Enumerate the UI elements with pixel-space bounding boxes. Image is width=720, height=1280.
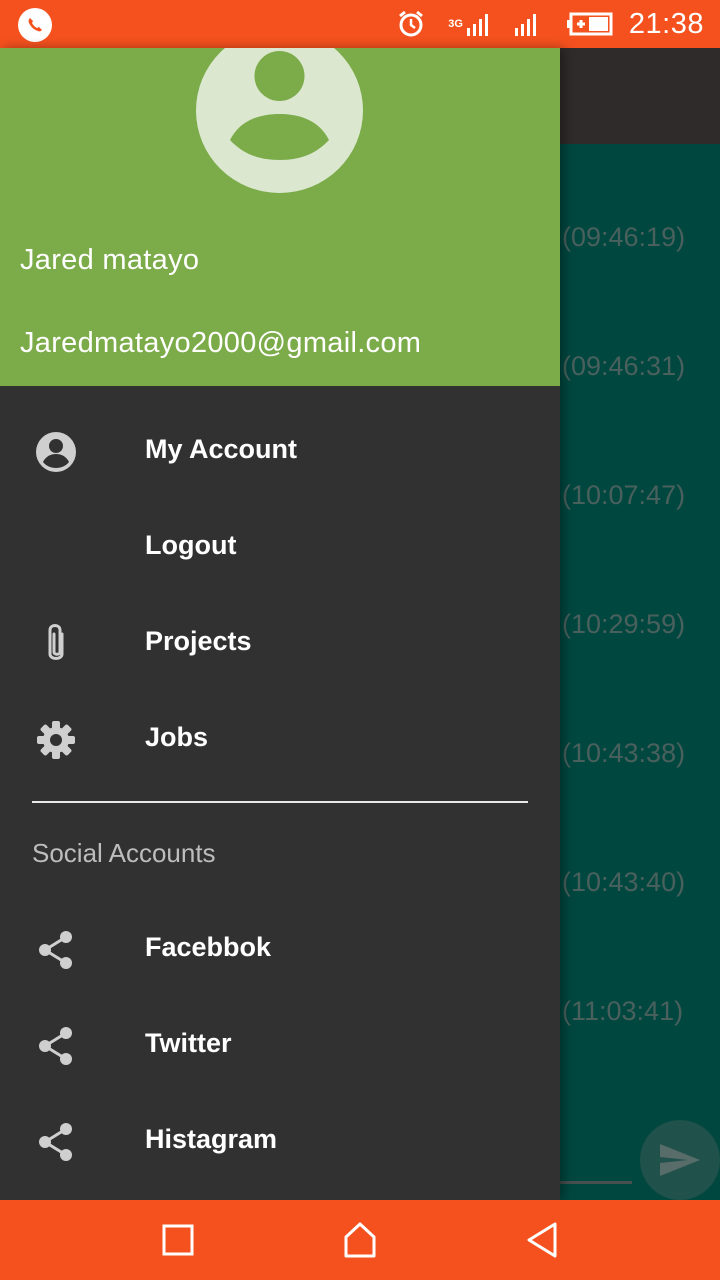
back-icon[interactable] (522, 1220, 562, 1260)
user-email: Jaredmatayo2000@gmail.com (20, 327, 422, 359)
network-type-label: 3G (448, 17, 463, 30)
user-name: Jared matayo (20, 244, 200, 276)
menu-item-facebook[interactable]: Facebbok (0, 902, 560, 998)
navigation-drawer: Jared matayo Jaredmatayo2000@gmail.com M… (0, 48, 560, 1200)
battery-icon (566, 12, 613, 36)
menu-label: Projects (145, 626, 252, 656)
share-icon (36, 1122, 76, 1162)
gear-icon (36, 720, 76, 760)
status-bar: 3G 21:38 (0, 0, 720, 48)
menu-label: My Account (145, 434, 298, 464)
menu-item-twitter[interactable]: Twitter (0, 998, 560, 1094)
section-header: Social Accounts (32, 838, 216, 868)
menu-label: Twitter (145, 1028, 232, 1058)
whatsapp-icon (18, 8, 52, 42)
system-navigation-bar (0, 1200, 720, 1280)
alarm-icon (396, 9, 426, 39)
menu-item-projects[interactable]: Projects (0, 596, 560, 692)
signal-icon (513, 11, 539, 37)
drawer-header: Jared matayo Jaredmatayo2000@gmail.com (0, 48, 560, 386)
account-circle-icon (36, 432, 76, 472)
menu-item-logout[interactable]: Logout (0, 500, 560, 596)
home-icon[interactable] (340, 1220, 380, 1260)
recents-icon[interactable] (158, 1220, 198, 1260)
menu-item-instagram[interactable]: Histagram (0, 1094, 560, 1190)
menu-label: Jobs (145, 722, 209, 752)
signal-icon: 3G (448, 11, 491, 37)
menu-label: Histagram (145, 1124, 278, 1154)
menu-label: Facebbok (145, 932, 272, 962)
divider (32, 801, 528, 803)
menu-item-my-account[interactable]: My Account (0, 404, 560, 500)
share-icon (36, 1026, 76, 1066)
share-icon (36, 930, 76, 970)
clock: 21:38 (628, 7, 704, 40)
paperclip-icon (36, 624, 76, 664)
menu-item-jobs[interactable]: Jobs (0, 692, 560, 788)
menu-label: Logout (145, 530, 237, 560)
account-circle-icon (196, 48, 363, 193)
